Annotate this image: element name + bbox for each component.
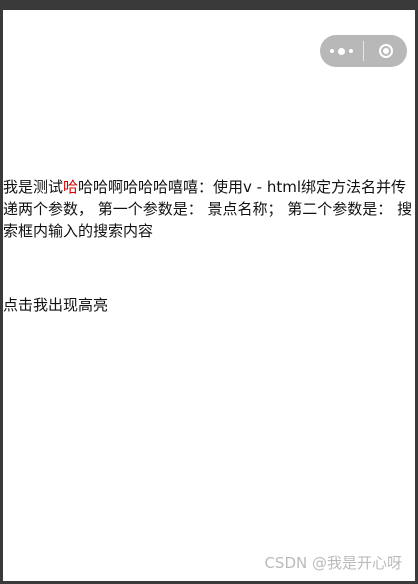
dot: [338, 47, 345, 55]
dot: [349, 49, 353, 53]
content-text: 我是测试哈哈哈啊哈哈哈嘻嘻：使用v - html绑定方法名并传递两个参数， 第一…: [3, 176, 415, 242]
target-circle-icon[interactable]: [364, 35, 407, 67]
highlight-trigger-text[interactable]: 点击我出现高亮: [3, 294, 108, 316]
dot: [330, 49, 334, 53]
phone-screen: 我是测试哈哈哈啊哈哈哈嘻嘻：使用v - html绑定方法名并传递两个参数， 第一…: [0, 0, 418, 584]
highlighted-character: 哈: [63, 178, 79, 196]
csdn-watermark: CSDN @我是开心呀: [264, 554, 402, 572]
mini-program-capsule: [320, 35, 407, 67]
content-prefix: 我是测试: [3, 178, 64, 196]
more-dots-icon[interactable]: [320, 35, 363, 67]
